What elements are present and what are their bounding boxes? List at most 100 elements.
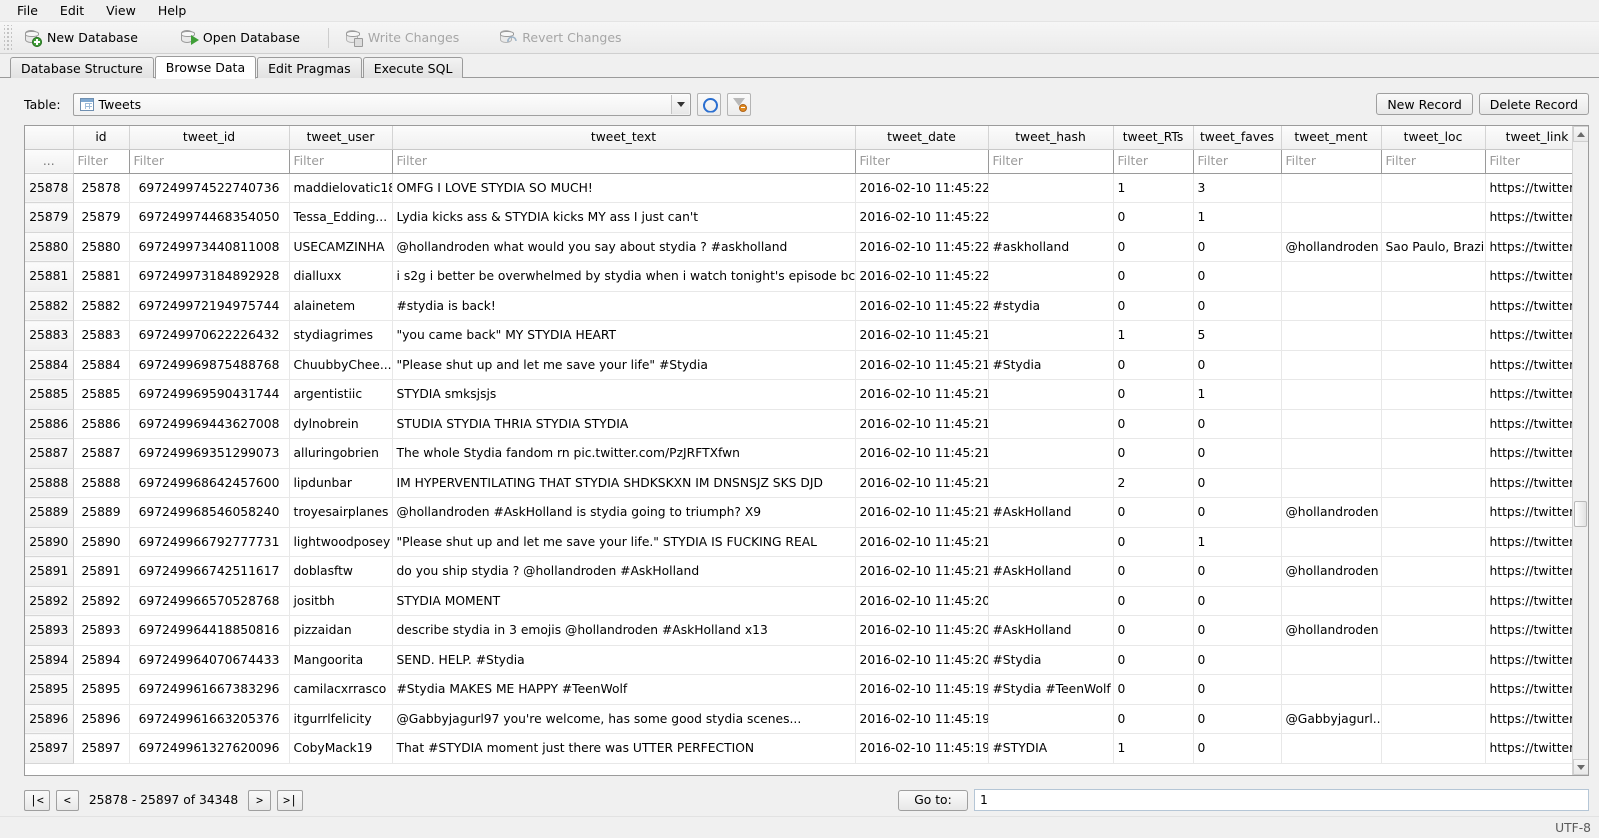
toolbar-grip[interactable] [4, 24, 12, 51]
cell-tweet_text[interactable]: IM HYPERVENTILATING THAT STYDIA SHDKSKXN… [392, 468, 856, 498]
cell-tweet_id[interactable]: 697249964070674433 [129, 645, 290, 675]
cell-tweet_id[interactable]: 697249970622226432 [129, 320, 290, 351]
cell-tweet_user[interactable]: ChuubbyChee... [289, 350, 393, 380]
cell-tweet_faves[interactable]: 0 [1193, 409, 1282, 439]
cell-tweet_ment[interactable] [1281, 379, 1382, 410]
write-changes-button[interactable]: Write Changes [335, 25, 469, 50]
cell-tweet_user[interactable]: camilacxrrasco [289, 674, 393, 705]
cell-tweet_id[interactable]: 697249969351299073 [129, 438, 290, 469]
cell-tweet_faves[interactable]: 1 [1193, 527, 1282, 557]
cell-tweet_hash[interactable]: #STYDIA [988, 733, 1114, 764]
cell-tweet_date[interactable]: 2016-02-10 11:45:20 [855, 615, 989, 646]
cell-tweet_text[interactable]: STYDIA MOMENT [392, 586, 856, 616]
cell-tweet_id[interactable]: 697249968546058240 [129, 497, 290, 528]
cell-tweet_link[interactable]: https://twitter... [1485, 291, 1572, 321]
scrollbar-thumb[interactable] [1574, 501, 1587, 527]
cell-tweet_RTs[interactable]: 0 [1113, 497, 1194, 528]
cell-id[interactable]: 25893 [73, 615, 130, 646]
cell-tweet_RTs[interactable]: 0 [1113, 409, 1194, 439]
cell-tweet_text[interactable]: "Please shut up and let me save your lif… [392, 527, 856, 557]
cell-tweet_link[interactable]: https://twitter... [1485, 674, 1572, 705]
cell-tweet_hash[interactable] [988, 704, 1114, 734]
cell-tweet_RTs[interactable]: 0 [1113, 232, 1194, 262]
cell-tweet_RTs[interactable]: 0 [1113, 261, 1194, 292]
scroll-down-icon[interactable] [1573, 759, 1588, 775]
cell-tweet_hash[interactable] [988, 468, 1114, 498]
row-header-cell[interactable]: 25879 [25, 202, 74, 233]
cell-tweet_link[interactable]: https://twitter... [1485, 232, 1572, 262]
cell-tweet_loc[interactable] [1381, 320, 1486, 351]
cell-tweet_loc[interactable] [1381, 704, 1486, 734]
row-header-cell[interactable]: 25887 [25, 438, 74, 469]
cell-tweet_hash[interactable]: #Stydia #TeenWolf [988, 674, 1114, 705]
cell-id[interactable]: 25892 [73, 586, 130, 616]
table-row[interactable]: 25890 25890 697249966792777731 lightwoodpos… [25, 527, 1572, 557]
row-header-cell[interactable]: 25890 [25, 527, 74, 557]
filter-input-tweet_hash[interactable]: Filter [987, 148, 1114, 174]
cell-tweet_user[interactable]: alluringobrien [289, 438, 393, 469]
cell-tweet_user[interactable]: jositbh [289, 586, 393, 616]
grid-corner[interactable] [25, 126, 74, 150]
cell-tweet_date[interactable]: 2016-02-10 11:45:19 [855, 674, 989, 705]
refresh-button[interactable] [697, 92, 722, 116]
cell-tweet_ment[interactable]: @hollandroden [1281, 615, 1382, 646]
cell-tweet_faves[interactable]: 0 [1193, 291, 1282, 321]
cell-tweet_user[interactable]: doblasftw [289, 556, 393, 587]
cell-tweet_user[interactable]: lightwoodposey [289, 527, 393, 557]
table-row[interactable]: 25883 25883 697249970622226432 stydiagrimes… [25, 320, 1572, 351]
cell-tweet_faves[interactable]: 0 [1193, 615, 1282, 646]
column-header-tweet_date[interactable]: tweet_date [855, 126, 989, 150]
cell-tweet_ment[interactable] [1281, 468, 1382, 498]
row-header-cell[interactable]: 25891 [25, 556, 74, 587]
cell-tweet_loc[interactable] [1381, 261, 1486, 292]
cell-tweet_link[interactable]: https://twitter... [1485, 497, 1572, 528]
cell-id[interactable]: 25880 [73, 232, 130, 262]
cell-id[interactable]: 25896 [73, 704, 130, 734]
cell-tweet_loc[interactable] [1381, 497, 1486, 528]
cell-tweet_text[interactable]: do you ship stydia ? @hollandroden #AskH… [392, 556, 856, 587]
cell-tweet_loc[interactable] [1381, 350, 1486, 380]
table-row[interactable]: 25889 25889 697249968546058240 troyesairpla… [25, 497, 1572, 528]
cell-tweet_user[interactable]: maddielovatic18 [289, 173, 393, 203]
cell-id[interactable]: 25891 [73, 556, 130, 587]
cell-tweet_RTs[interactable]: 0 [1113, 615, 1194, 646]
cell-tweet_hash[interactable] [988, 261, 1114, 292]
cell-id[interactable]: 25886 [73, 409, 130, 439]
cell-tweet_id[interactable]: 697249961663205376 [129, 704, 290, 734]
filter-input-tweet_text[interactable]: Filter [391, 148, 856, 174]
cell-tweet_link[interactable]: https://twitter... [1485, 645, 1572, 675]
tab-execute-sql[interactable]: Execute SQL [362, 57, 464, 78]
column-header-tweet_id[interactable]: tweet_id [129, 126, 290, 150]
filter-input-tweet_link[interactable]: Filter [1484, 148, 1572, 174]
cell-id[interactable]: 25895 [73, 674, 130, 705]
column-header-tweet_user[interactable]: tweet_user [289, 126, 393, 150]
cell-tweet_user[interactable]: CobyMack19 [289, 733, 393, 764]
row-header-cell[interactable]: 25893 [25, 615, 74, 646]
filter-input-tweet_ment[interactable]: Filter [1280, 148, 1382, 174]
cell-id[interactable]: 25881 [73, 261, 130, 292]
row-header-cell[interactable]: 25886 [25, 409, 74, 439]
cell-tweet_user[interactable]: lipdunbar [289, 468, 393, 498]
cell-tweet_faves[interactable]: 0 [1193, 733, 1282, 764]
cell-tweet_link[interactable]: https://twitter... [1485, 379, 1572, 410]
cell-tweet_text[interactable]: OMFG I LOVE STYDIA SO MUCH! [392, 173, 856, 203]
cell-tweet_text[interactable]: #Stydia MAKES ME HAPPY #TeenWolf [392, 674, 856, 705]
cell-tweet_loc[interactable] [1381, 674, 1486, 705]
filter-input-tweet_date[interactable]: Filter [854, 148, 989, 174]
cell-tweet_faves[interactable]: 0 [1193, 350, 1282, 380]
cell-tweet_ment[interactable]: @hollandroden [1281, 556, 1382, 587]
new-database-button[interactable]: New Database [14, 25, 148, 50]
table-row[interactable]: 25884 25884 697249969875488768 ChuubbyChee.… [25, 350, 1572, 380]
table-row[interactable]: 25881 25881 697249973184892928 dialluxx i s2… [25, 261, 1572, 292]
cell-tweet_loc[interactable] [1381, 733, 1486, 764]
cell-tweet_link[interactable]: https://twitter... [1485, 733, 1572, 764]
cell-tweet_id[interactable]: 697249973440811008 [129, 232, 290, 262]
cell-tweet_ment[interactable] [1281, 527, 1382, 557]
row-header-cell[interactable]: 25895 [25, 674, 74, 705]
table-row[interactable]: 25886 25886 697249969443627008 dylnobrein ST… [25, 409, 1572, 439]
cell-tweet_RTs[interactable]: 2 [1113, 468, 1194, 498]
cell-tweet_ment[interactable] [1281, 173, 1382, 203]
cell-tweet_date[interactable]: 2016-02-10 11:45:21 [855, 468, 989, 498]
filter-input-id[interactable]: Filter [72, 148, 130, 174]
tab-browse-data[interactable]: Browse Data [154, 56, 257, 79]
